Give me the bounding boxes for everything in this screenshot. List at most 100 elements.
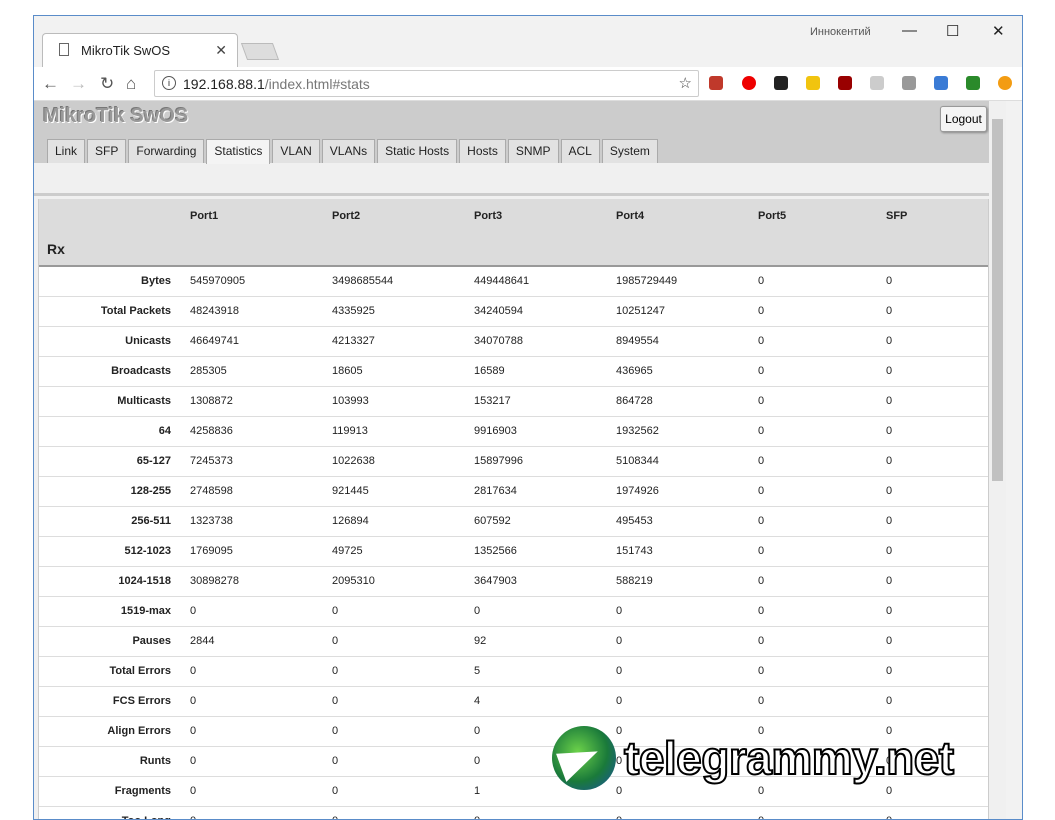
cell-value: 0 [758,386,886,417]
table-row: Total Packets 48243918 4335925 34240594 1025… [39,296,988,327]
cell-value: 0 [190,776,332,807]
scrollbar[interactable] [989,101,1006,819]
tab-snmp[interactable]: SNMP [507,139,559,163]
forward-icon[interactable]: → [70,74,87,94]
extension-opera-icon[interactable] [742,76,756,90]
cell-value: 0 [886,626,988,657]
scrollbar-thumb[interactable] [992,119,1003,481]
browser-toolbar: ← → ↻ ⌂ i 192.168.88.1/index.html#stats ☆ [34,67,1022,101]
tab-sfp[interactable]: SFP [87,139,127,163]
extension-ublock-icon[interactable] [838,76,852,90]
cell-value: 4 [474,686,616,717]
cell-value: 0 [758,536,886,567]
cell-value: 5108344 [616,446,758,477]
column-header: Port4 [616,199,758,233]
table-row: Bytes 545970905 3498685544 449448641 1985729… [39,266,988,297]
cell-value: 8949554 [616,326,758,357]
close-window-icon[interactable]: ✕ [992,22,1005,40]
cell-value: 0 [616,656,758,687]
extension-check-icon[interactable] [966,76,980,90]
cell-value: 0 [616,596,758,627]
cell-value: 0 [886,536,988,567]
cell-value: 607592 [474,506,616,537]
tab-forwarding[interactable]: Forwarding [128,139,205,163]
table-row: 512-1023 1769095 49725 1352566 151743 0 0 [39,536,988,567]
url-path: /index.html#stats [264,76,370,92]
spacer [34,163,1006,196]
cell-value: 5 [474,656,616,687]
table-row: Pauses 2844 0 92 0 0 0 [39,626,988,657]
cell-value: 0 [758,806,886,819]
extension-orange-icon[interactable] [998,76,1012,90]
cell-value: 0 [886,416,988,447]
column-header: Port1 [190,199,332,233]
bookmark-star-icon[interactable]: ☆ [679,74,692,92]
extension-link-icon[interactable] [870,76,884,90]
row-label: Fragments [39,776,190,807]
cell-value: 3647903 [474,566,616,597]
cell-value: 0 [758,506,886,537]
tab-hosts[interactable]: Hosts [459,139,506,163]
tab-vlans[interactable]: VLANs [321,139,376,163]
row-label: Unicasts [39,326,190,357]
cell-value: 0 [758,656,886,687]
cell-value: 1932562 [616,416,758,447]
extension-glasses-icon[interactable] [774,76,788,90]
table-row: 65-127 7245373 1022638 15897996 5108344 0 0 [39,446,988,477]
tab-acl[interactable]: ACL [560,139,600,163]
tab-link[interactable]: Link [47,139,86,163]
reload-icon[interactable]: ↻ [100,74,114,94]
tab-vlan[interactable]: VLAN [272,139,320,163]
row-label: 256-511 [39,506,190,537]
cell-value: 0 [474,596,616,627]
tab-statistics[interactable]: Statistics [206,139,271,164]
minimize-icon[interactable]: — [902,22,917,39]
cell-value: 0 [886,296,988,327]
table-row: FCS Errors 0 0 4 0 0 0 [39,686,988,717]
close-tab-icon[interactable]: ✕ [215,42,227,59]
extension-dots-icon[interactable] [806,76,820,90]
watermark-text: telegrammy.net [623,731,955,785]
cell-value: 0 [886,446,988,477]
back-icon[interactable]: ← [42,74,59,94]
cell-value: 9916903 [474,416,616,447]
cell-value: 49725 [332,536,474,567]
row-label: Total Packets [39,296,190,327]
browser-tab[interactable]: MikroTik SwOS ✕ [42,33,238,67]
info-icon[interactable]: i [162,76,176,90]
cell-value: 449448641 [474,266,616,297]
row-label: 64 [39,416,190,447]
extension-book-icon[interactable] [709,76,723,90]
tab-system[interactable]: System [601,139,658,163]
tab-static-hosts[interactable]: Static Hosts [377,139,458,163]
table-row: 128-255 2748598 921445 2817634 1974926 0 0 [39,476,988,507]
column-header: Port5 [758,199,886,233]
home-icon[interactable]: ⌂ [126,74,136,94]
profile-name[interactable]: Иннокентий [810,26,871,38]
address-bar[interactable]: i 192.168.88.1/index.html#stats ☆ [154,70,699,97]
table-row: Unicasts 46649741 4213327 34070788 8949554 0 0 [39,326,988,357]
cell-value: 2748598 [190,476,332,507]
row-label: Align Errors [39,716,190,747]
cell-value: 3498685544 [332,266,474,297]
cell-value: 7245373 [190,446,332,477]
cell-value: 30898278 [190,566,332,597]
maximize-icon[interactable]: ☐ [946,22,959,40]
new-tab-button[interactable] [240,43,280,60]
cell-value: 0 [758,356,886,387]
logout-button[interactable]: Logout [940,106,987,132]
cell-value: 92 [474,626,616,657]
cell-value: 4335925 [332,296,474,327]
cell-value: 0 [758,416,886,447]
cell-value: 0 [886,356,988,387]
cell-value: 436965 [616,356,758,387]
extension-blue-icon[interactable] [934,76,948,90]
row-label: Pauses [39,626,190,657]
row-label: 1519-max [39,596,190,627]
cell-value: 0 [758,626,886,657]
row-label: 512-1023 [39,536,190,567]
cell-value: 1308872 [190,386,332,417]
cell-value: 2844 [190,626,332,657]
row-label: 128-255 [39,476,190,507]
extension-code-icon[interactable] [902,76,916,90]
